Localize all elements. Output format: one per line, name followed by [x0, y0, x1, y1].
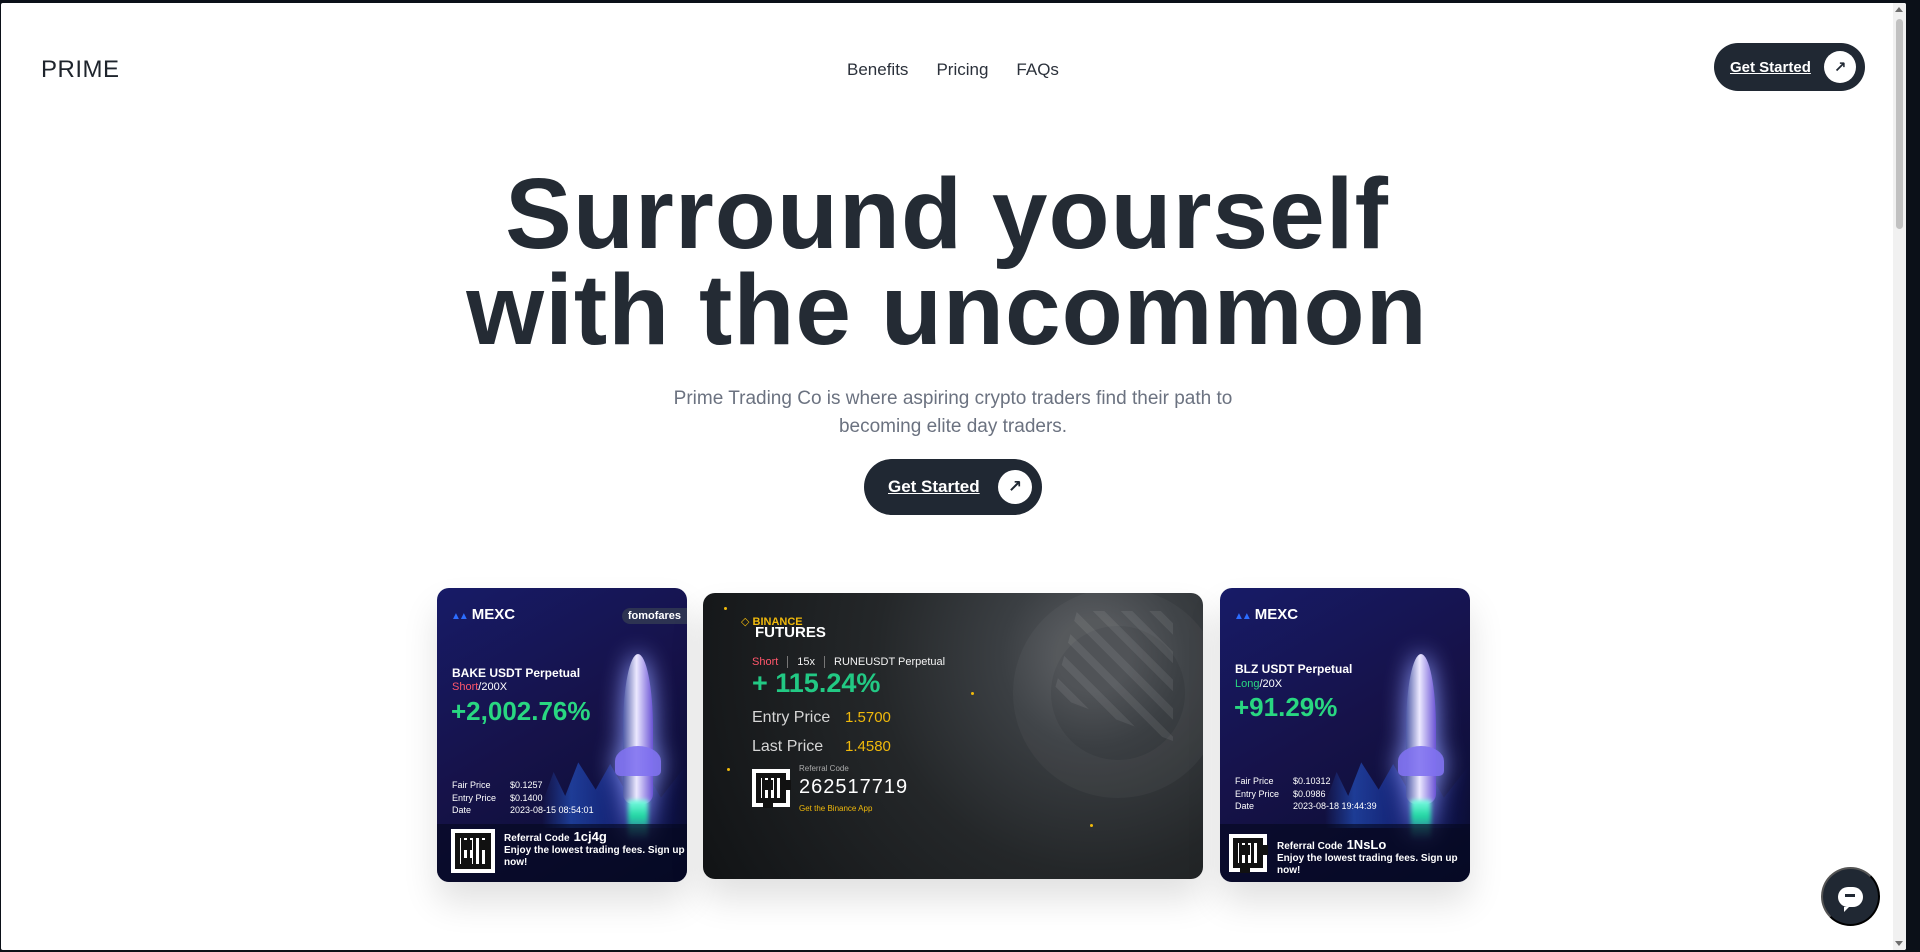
- header-get-started-button[interactable]: Get Started ↗: [1714, 43, 1865, 91]
- last-price-row: Last Price 1.4580: [752, 738, 891, 755]
- referral-block: Referral Code 1NsLo Enjoy the lowest tradi…: [1277, 837, 1458, 876]
- entry-price-row: Entry Price 1.5700: [752, 709, 891, 726]
- header-get-started-label: Get Started: [1730, 58, 1811, 76]
- trade-gain: + 115.24%: [752, 668, 881, 698]
- trade-details: Fair Price $0.1257 Entry Price $0.1400 Dat…: [452, 780, 594, 815]
- referral-block: Referral Code 1cj4g Enjoy the lowest tradi…: [504, 829, 685, 868]
- scroll-thumb[interactable]: [1896, 19, 1903, 229]
- rocket-illustration: [615, 654, 661, 804]
- trade-pair: BAKE USDT Perpetual: [452, 666, 581, 680]
- nav-pricing[interactable]: Pricing: [936, 60, 988, 80]
- sparkle-icon: [1090, 824, 1093, 827]
- mexc-logo: MEXC: [1234, 606, 1298, 623]
- trade-direction: Long/20X: [1235, 678, 1283, 690]
- prime-logo[interactable]: PRIME: [41, 56, 120, 84]
- nav-faqs[interactable]: FAQs: [1016, 60, 1059, 80]
- trade-details: Fair Price $0.10312 Entry Price $0.0986 Da…: [1235, 776, 1377, 811]
- main-navigation: Benefits Pricing FAQs: [847, 60, 1059, 80]
- sparkle-icon: [727, 768, 730, 771]
- chat-button[interactable]: [1821, 867, 1880, 926]
- site-header: PRIME Benefits Pricing FAQs Get Started …: [1, 3, 1893, 133]
- qr-code-icon: [752, 769, 790, 807]
- trade-direction: Short/200X: [452, 681, 508, 693]
- qr-code-icon: [1229, 834, 1267, 872]
- nav-benefits[interactable]: Benefits: [847, 60, 908, 80]
- mexc-trade-card-blz: MEXC BLZ USDT Perpetual Long/20X +91.29%…: [1220, 588, 1470, 882]
- referral-code: 262517719: [799, 776, 909, 798]
- futures-label: FUTURES: [755, 624, 826, 641]
- binance-app-text: Get the Binance App: [799, 804, 873, 813]
- browser-viewport: PRIME Benefits Pricing FAQs Get Started …: [1, 3, 1906, 950]
- mexc-trade-card-bake: MEXC fomofares BAKE USDT Perpetual Short…: [437, 588, 687, 882]
- chat-bubble-icon: [1838, 886, 1863, 912]
- sparkle-icon: [971, 692, 974, 695]
- trader-username: fomofares: [621, 608, 687, 624]
- trade-gain: +91.29%: [1234, 692, 1338, 722]
- hero-title: Surround yourself with the uncommon: [301, 164, 1593, 360]
- trade-gain: +2,002.76%: [451, 696, 591, 726]
- hero-get-started-button[interactable]: Get Started ↗: [864, 459, 1042, 515]
- hero-title-line-2: with the uncommon: [466, 254, 1428, 366]
- rocket-illustration: [1398, 654, 1444, 804]
- mexc-logo: MEXC: [451, 606, 515, 623]
- qr-code-icon: [451, 829, 495, 873]
- hero-get-started-label: Get Started: [888, 477, 980, 496]
- scroll-up-icon[interactable]: [1895, 7, 1903, 12]
- arrow-up-right-icon: ↗: [998, 470, 1032, 504]
- trade-meta: Short 15x RUNEUSDT Perpetual: [752, 656, 946, 668]
- scroll-down-icon[interactable]: [1895, 941, 1903, 946]
- binance-futures-trade-card: BINANCE FUTURES Short15xRUNEUSDT Perpetu…: [703, 593, 1203, 879]
- trade-pair: BLZ USDT Perpetual: [1235, 662, 1353, 676]
- arrow-up-right-icon: ↗: [1824, 51, 1856, 83]
- sparkle-icon: [724, 607, 727, 610]
- referral-label: Referral Code: [799, 764, 849, 773]
- vertical-scrollbar[interactable]: [1893, 3, 1906, 950]
- hero-subtitle: Prime Trading Co is where aspiring crypt…: [673, 388, 1233, 437]
